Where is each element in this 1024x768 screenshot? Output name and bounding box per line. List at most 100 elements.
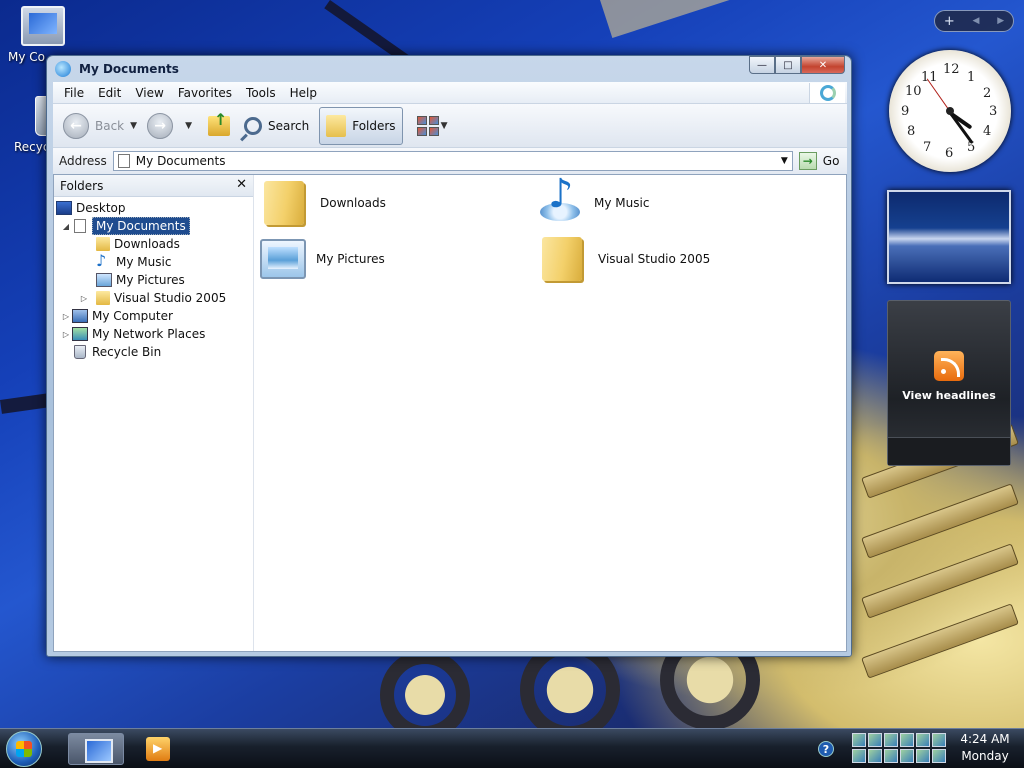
menu-view[interactable]: View [128,86,170,100]
windows-logo-icon [809,83,845,103]
tray-icon[interactable] [852,733,866,747]
clock-number: 4 [983,124,992,139]
tray-icon[interactable] [884,749,898,763]
file-item-downloads[interactable]: Downloads [264,181,386,225]
search-icon [243,116,262,135]
clock-gadget[interactable]: 12 1 2 3 4 5 6 7 8 9 10 11 [889,50,1011,172]
tray-icon[interactable] [900,733,914,747]
tray-icon[interactable] [916,733,930,747]
menu-tools[interactable]: Tools [239,86,283,100]
sidebar-next-button[interactable]: ▶ [997,16,1004,26]
up-button[interactable] [198,107,240,145]
tray-icon[interactable] [868,733,882,747]
tree-item-my-documents[interactable]: ◢ My Documents [60,217,190,235]
address-dropdown-icon[interactable]: ▼ [781,156,788,166]
wallpaper-plank [861,603,1019,679]
go-arrow-icon: → [798,152,817,170]
folders-pane-title: Folders [60,178,104,193]
menu-edit[interactable]: Edit [91,86,128,100]
minimize-button[interactable]: — [749,56,775,74]
computer-icon [72,309,88,323]
explorer-app-icon [55,61,71,77]
tree-item-visual-studio-2005[interactable]: ▷ Visual Studio 2005 [78,289,226,307]
music-folder-icon [538,171,582,225]
expand-icon[interactable]: ▷ [60,330,72,339]
window-controls: — □ ✕ [749,56,845,74]
tray-icon[interactable] [916,749,930,763]
tree-item-label: Desktop [76,201,126,215]
menu-help[interactable]: Help [283,86,324,100]
views-dropdown-icon: ▼ [440,120,448,131]
forward-dropdown-icon[interactable]: ▼ [185,121,192,131]
sidebar-controls: + ◀ ▶ [934,10,1014,32]
media-player-icon[interactable] [146,737,170,761]
address-value: My Documents [135,154,226,168]
document-icon [117,154,130,168]
tray-icon[interactable] [884,733,898,747]
standard-toolbar: ← Back ▼ → ▼ Search Folders ▼ [53,104,847,148]
taskbar-item-my-documents[interactable] [68,733,124,765]
collapse-icon[interactable]: ◢ [60,222,72,231]
folders-pane: Folders ✕ Desktop ◢ My Documents Downloa… [54,175,254,651]
window-titlebar[interactable]: My Documents — □ ✕ [47,56,851,82]
file-item-label: My Pictures [316,252,385,266]
folder-icon [264,181,304,225]
file-item-label: Downloads [320,196,386,210]
clock-hub [946,107,954,115]
file-item-my-pictures[interactable]: My Pictures [260,239,385,279]
tree-item-my-computer[interactable]: ▷ My Computer [60,307,173,325]
tray-time: 4:24 AM [960,732,1010,746]
pictures-icon [96,273,112,287]
tray-icon[interactable] [932,733,946,747]
sidebar-prev-button[interactable]: ◀ [973,16,980,26]
address-input[interactable]: My Documents ▼ [112,151,793,171]
tree-item-my-pictures[interactable]: My Pictures [96,271,185,289]
tree-item-my-network-places[interactable]: ▷ My Network Places [60,325,205,343]
menu-favorites[interactable]: Favorites [171,86,239,100]
tray-icon[interactable] [852,749,866,763]
go-button[interactable]: → Go [798,152,840,170]
sidebar-add-button[interactable]: + [944,14,955,29]
feed-headlines-label: View headlines [902,389,996,402]
tree-item-desktop[interactable]: Desktop [56,199,126,217]
system-tray [852,733,946,765]
wallpaper-plank [861,543,1019,619]
back-button[interactable]: ← Back [59,107,128,145]
file-item-visual-studio-2005[interactable]: Visual Studio 2005 [542,237,710,281]
help-icon[interactable]: ? [818,741,834,757]
music-icon [96,251,112,270]
tree-item-label: Downloads [114,237,180,251]
close-button[interactable]: ✕ [801,56,845,74]
clock-number: 12 [943,62,960,77]
tree-item-downloads[interactable]: Downloads [96,235,180,253]
folders-pane-close-icon[interactable]: ✕ [236,177,247,192]
tray-clock[interactable]: 4:24 AM Monday [952,731,1018,765]
folders-button[interactable]: Folders [319,106,403,145]
menu-bar: File Edit View Favorites Tools Help [53,82,847,104]
expand-icon[interactable]: ▷ [78,294,90,303]
tray-icon[interactable] [900,749,914,763]
views-button[interactable]: ▼ [403,107,458,145]
window-title: My Documents [79,62,179,76]
search-button[interactable]: Search [240,107,313,145]
tree-item-label: My Music [116,255,172,269]
explorer-content: Folders ✕ Desktop ◢ My Documents Downloa… [53,171,847,652]
tray-icon[interactable] [868,749,882,763]
feed-headlines-gadget[interactable]: View headlines [887,300,1011,466]
maximize-button[interactable]: □ [775,56,801,74]
start-button[interactable] [6,731,42,767]
recycle-bin-icon [74,345,86,359]
back-dropdown-icon[interactable]: ▼ [130,121,137,131]
slideshow-gadget[interactable] [887,190,1011,284]
file-item-my-music[interactable]: My Music [538,171,649,225]
tree-item-my-music[interactable]: My Music [96,251,172,271]
menu-file[interactable]: File [57,86,91,100]
clock-number: 9 [901,104,910,119]
expand-icon[interactable]: ▷ [60,312,72,321]
forward-button[interactable]: → [143,107,183,145]
taskbar: ? 4:24 AM Monday [0,728,1024,768]
clock-number: 2 [983,86,992,101]
tree-item-recycle-bin[interactable]: Recycle Bin [72,343,161,361]
go-label: Go [822,154,840,168]
tray-icon[interactable] [932,749,946,763]
